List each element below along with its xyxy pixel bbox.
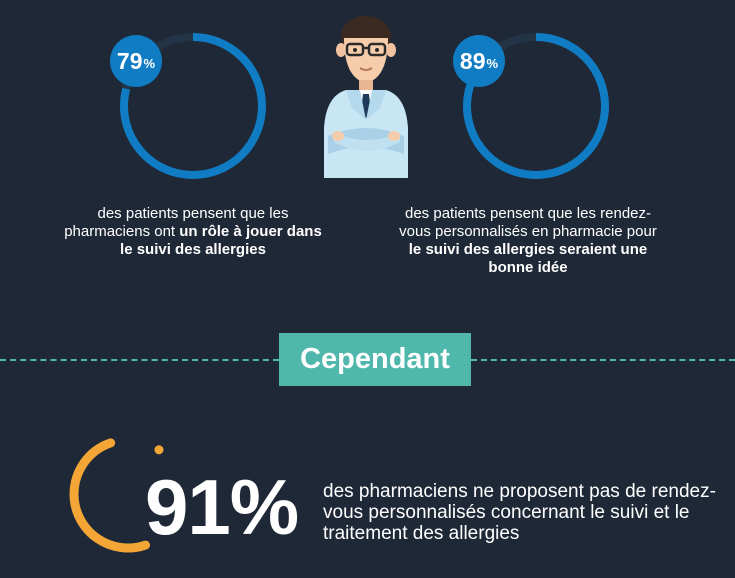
stat-right-value: 89	[459, 47, 486, 74]
stat-left-badge: 79%	[110, 35, 162, 87]
divider-line-left	[0, 359, 279, 361]
divider-label: Cependant	[279, 333, 471, 386]
stat-right-text-bold: le suivi des allergies seraient une bonn…	[408, 241, 648, 276]
stat-left-description: des patients pensent que les pharmaciens…	[62, 205, 324, 259]
stat-left-value: 79	[116, 47, 143, 74]
stat-left-percent: %	[143, 56, 156, 71]
divider-line-right	[471, 359, 735, 361]
stat-right-badge: 89%	[453, 35, 505, 87]
stat-right-percent: %	[486, 56, 499, 71]
stat-bottom-value: 91%	[145, 463, 299, 551]
pharmacist-icon	[324, 16, 408, 178]
stat-right-description: des patients pensent que les rendez-vous…	[392, 205, 664, 277]
stat-right-text: des patients pensent que les rendez-vous…	[399, 205, 657, 240]
stat-bottom-description: des pharmaciens ne proposent pas de rend…	[323, 481, 716, 544]
